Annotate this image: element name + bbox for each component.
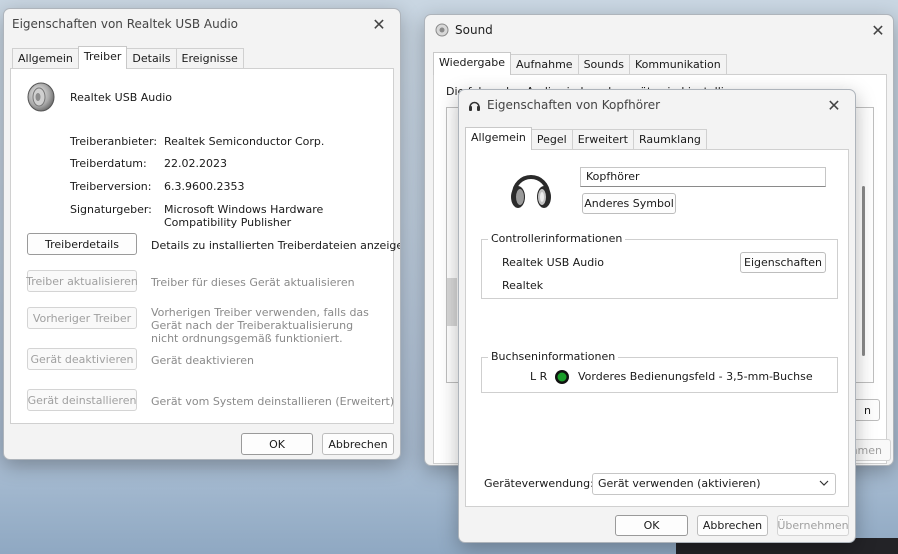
controller-properties-button[interactable]: Eigenschaften — [740, 252, 826, 273]
jack-lr-label: L R — [530, 370, 548, 383]
controller-properties-label: Eigenschaften — [744, 256, 822, 269]
tab-kommunikation[interactable]: Kommunikation — [628, 54, 727, 74]
controller-info-group: Controllerinformationen Realtek USB Audi… — [481, 232, 838, 299]
ok-label: OK — [643, 519, 660, 532]
sound-set-default-label: n — [864, 403, 871, 417]
device-name: Realtek USB Audio — [70, 91, 173, 104]
driver-details-desc: Details zu installierten Treiberdateien … — [151, 239, 401, 252]
controller-vendor: Realtek — [502, 279, 544, 292]
sound-title: Sound — [455, 23, 493, 37]
driver-details-button[interactable]: Treiberdetails — [27, 233, 137, 255]
device-usage-value: Gerät verwenden (aktivieren) — [598, 477, 761, 490]
ok-button[interactable]: OK — [241, 433, 313, 455]
device-list-selected-row[interactable] — [447, 278, 457, 326]
driver-panel: Realtek USB Audio Treiberanbieter: Realt… — [10, 68, 400, 424]
driver-details-label: Treiberdetails — [45, 237, 119, 251]
update-driver-desc: Treiber für dieses Gerät aktualisieren — [151, 276, 355, 289]
tab-aufnahme[interactable]: Aufnahme — [510, 54, 579, 74]
prop-label-provider: Treiberanbieter: — [70, 135, 158, 148]
driver-tabs: Allgemein Treiber Details Ereignisse — [12, 46, 244, 69]
tab-allgemein[interactable]: Allgemein — [465, 127, 532, 150]
cancel-button[interactable]: Abbrechen — [322, 433, 394, 455]
jack-description: Vorderes Bedienungsfeld - 3,5-mm-Buchse — [578, 370, 813, 383]
update-driver-label: Treiber aktualisieren — [26, 274, 138, 288]
tab-raumklang[interactable]: Raumklang — [632, 129, 707, 149]
sound-tabs: Wiedergabe Aufnahme Sounds Kommunikation — [433, 52, 727, 75]
prop-label-signer: Signaturgeber: — [70, 203, 152, 216]
tab-ereignisse[interactable]: Ereignisse — [175, 48, 244, 68]
speaker-icon — [435, 23, 449, 37]
cancel-label: Abbrechen — [702, 519, 763, 532]
ok-button[interactable]: OK — [615, 515, 688, 536]
close-icon[interactable]: ✕ — [863, 15, 893, 45]
device-name-value: Kopfhörer — [586, 170, 640, 183]
headphone-titlebar[interactable]: Eigenschaften von Kopfhörer ✕ — [459, 90, 855, 120]
prop-value-signer: Microsoft Windows Hardware Compatibility… — [164, 203, 324, 229]
change-icon-button[interactable]: Anderes Symbol — [582, 193, 676, 214]
tab-wiedergabe[interactable]: Wiedergabe — [433, 52, 512, 75]
cancel-label: Abbrechen — [328, 437, 388, 451]
prop-label-date: Treiberdatum: — [70, 157, 147, 170]
tab-allgemein[interactable]: Allgemein — [12, 48, 79, 68]
disable-device-button[interactable]: Gerät deaktivieren — [27, 348, 137, 370]
disable-device-label: Gerät deaktivieren — [30, 352, 134, 366]
controller-name: Realtek USB Audio — [502, 256, 605, 269]
device-list-scrollbar[interactable] — [862, 186, 865, 356]
rollback-driver-desc: Vorherigen Treiber verwenden, falls das … — [151, 306, 369, 345]
update-driver-button[interactable]: Treiber aktualisieren — [26, 270, 138, 292]
speaker-device-icon — [25, 81, 57, 113]
headphone-window-title: Eigenschaften von Kopfhörer — [487, 98, 661, 112]
rollback-driver-label: Vorheriger Treiber — [32, 311, 132, 325]
driver-titlebar[interactable]: Eigenschaften von Realtek USB Audio ✕ — [4, 9, 400, 39]
uninstall-device-button[interactable]: Gerät deinstallieren — [27, 389, 137, 411]
headphones-icon — [508, 166, 554, 212]
tab-details[interactable]: Details — [126, 48, 177, 68]
change-icon-label: Anderes Symbol — [584, 197, 674, 210]
uninstall-device-label: Gerät deinstallieren — [27, 393, 137, 407]
jack-info-group: Buchseninformationen L R Vorderes Bedien… — [481, 350, 838, 393]
prop-value-date: 22.02.2023 — [164, 157, 227, 170]
tab-sounds[interactable]: Sounds — [577, 54, 630, 74]
driver-properties-window: Eigenschaften von Realtek USB Audio ✕ Al… — [3, 8, 401, 460]
device-usage-select[interactable]: Gerät verwenden (aktivieren) — [592, 473, 836, 495]
jack-info-title: Buchseninformationen — [488, 350, 619, 363]
rollback-driver-button[interactable]: Vorheriger Treiber — [27, 307, 137, 329]
headphone-tabs: Allgemein Pegel Erweitert Raumklang — [465, 127, 707, 150]
disable-device-desc: Gerät deaktivieren — [151, 354, 254, 367]
chevron-down-icon — [819, 478, 829, 488]
prop-label-version: Treiberversion: — [70, 180, 152, 193]
driver-window-title: Eigenschaften von Realtek USB Audio — [12, 17, 238, 31]
close-icon[interactable]: ✕ — [819, 90, 849, 120]
prop-value-version: 6.3.9600.2353 — [164, 180, 245, 193]
ok-label: OK — [269, 437, 285, 451]
cancel-button[interactable]: Abbrechen — [697, 515, 768, 536]
apply-label: Übernehmen — [777, 519, 849, 532]
headphone-properties-window: Eigenschaften von Kopfhörer ✕ Allgemein … — [458, 89, 856, 543]
tab-treiber[interactable]: Treiber — [77, 46, 128, 69]
controller-info-title: Controllerinformationen — [488, 232, 626, 245]
headphone-small-icon — [468, 99, 481, 112]
tab-erweitert[interactable]: Erweitert — [571, 129, 634, 149]
apply-button[interactable]: Übernehmen — [777, 515, 849, 536]
tab-pegel[interactable]: Pegel — [530, 129, 573, 149]
device-usage-label: Geräteverwendung: — [484, 477, 594, 490]
headphone-panel: Kopfhörer Anderes Symbol Controllerinfor… — [465, 149, 849, 507]
jack-green-icon — [554, 369, 570, 385]
uninstall-device-desc: Gerät vom System deinstallieren (Erweite… — [151, 395, 395, 408]
device-name-field[interactable]: Kopfhörer — [580, 167, 826, 187]
prop-value-provider: Realtek Semiconductor Corp. — [164, 135, 325, 148]
sound-titlebar[interactable]: Sound ✕ — [425, 15, 893, 45]
close-icon[interactable]: ✕ — [364, 9, 394, 39]
